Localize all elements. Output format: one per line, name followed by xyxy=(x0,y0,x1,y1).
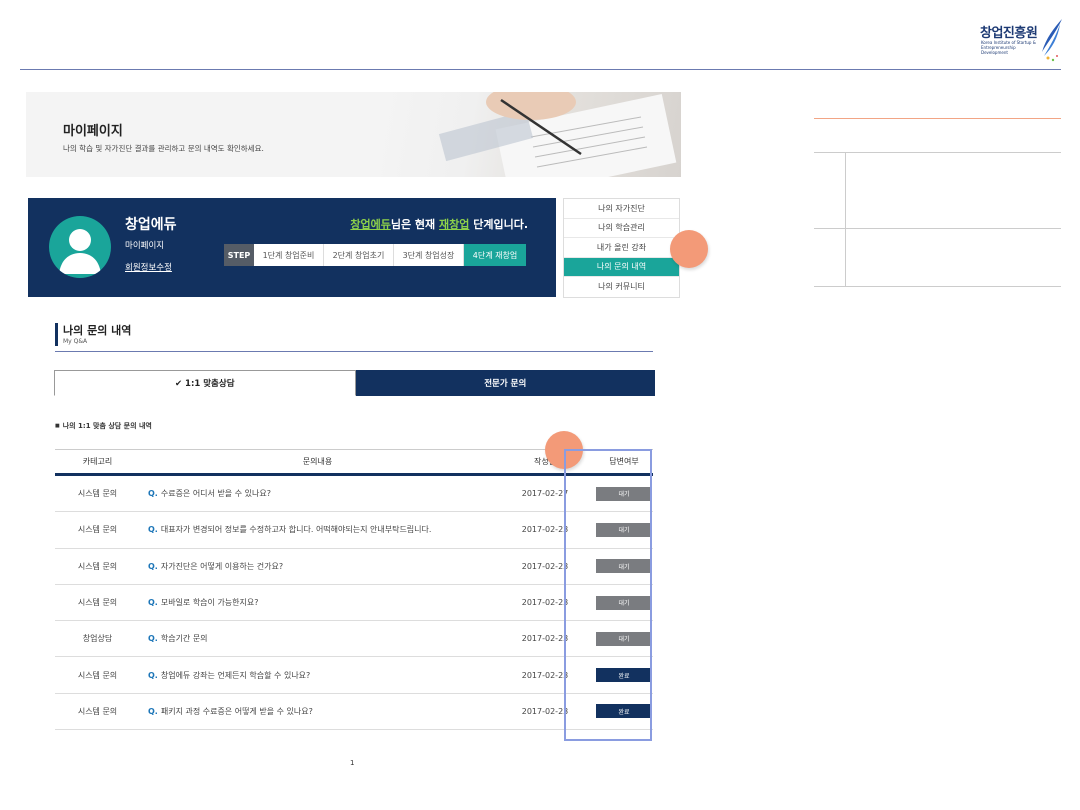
status-user: 창업에듀 xyxy=(350,218,391,231)
page-description: 나의 학습 및 자가진단 결과를 관리하고 문의 내역도 확인하세요. xyxy=(63,144,264,153)
row-question[interactable]: Q. 자가진단은 어떻게 이용하는 건가요? xyxy=(140,561,495,572)
status-suffix: 단계입니다. xyxy=(473,218,528,231)
right-panel-line xyxy=(814,152,1061,153)
section-subtitle: My Q&A xyxy=(63,338,88,345)
logo-title: 창업진흥원 xyxy=(980,26,1038,41)
question-mark: Q. xyxy=(148,670,158,680)
row-question[interactable]: Q. 학습기간 문의 xyxy=(140,633,495,644)
profile-name: 창업에듀 xyxy=(125,217,177,233)
profile-panel: 창업에듀 마이페이지 회원정보수정 창업에듀님은 현재 재창업 단계입니다. S… xyxy=(28,198,556,297)
stage-status: 창업에듀님은 현재 재창업 단계입니다. xyxy=(350,216,528,232)
question-text: 창업에듀 강좌는 언제든지 학습할 수 있나요? xyxy=(160,670,311,680)
row-category: 시스템 문의 xyxy=(77,706,118,716)
header-divider xyxy=(20,69,1061,70)
writing-hand-illustration xyxy=(438,92,677,177)
logo-subtitle: Korea Institute of Startup & Entrepreneu… xyxy=(981,40,1036,55)
question-mark: Q. xyxy=(148,561,158,571)
section-bar xyxy=(55,323,58,346)
logo-swoosh-icon xyxy=(1042,19,1062,62)
step-1: 1단계 창업준비 xyxy=(254,244,324,266)
edit-profile-link[interactable]: 회원정보수정 xyxy=(125,261,172,273)
question-text: 수료증은 어디서 받을 수 있나요? xyxy=(160,489,271,499)
status-stage: 재창업 xyxy=(439,218,470,231)
question-text: 모바일로 학습이 가능한지요? xyxy=(160,598,259,608)
row-question[interactable]: Q. 수료증은 어디서 받을 수 있나요? xyxy=(140,488,495,499)
header-content: 문의내용 xyxy=(302,457,333,466)
menu-my-inquiries[interactable]: 나의 문의 내역 xyxy=(564,257,679,277)
question-mark: Q. xyxy=(148,598,158,608)
right-panel-line xyxy=(814,286,1061,287)
menu-community[interactable]: 나의 커뮤니티 xyxy=(564,277,679,297)
page-title: 마이페이지 xyxy=(63,124,123,139)
right-panel-line xyxy=(814,228,1061,229)
row-category: 시스템 문의 xyxy=(77,598,118,608)
banner-photo xyxy=(381,92,681,177)
row-category: 시스템 문의 xyxy=(77,489,118,499)
question-mark: Q. xyxy=(148,706,158,716)
avatar xyxy=(49,216,111,278)
right-panel-divider xyxy=(845,152,846,286)
menu-self-diagnosis[interactable]: 나의 자가진단 xyxy=(564,199,679,219)
annotation-marker xyxy=(670,230,708,268)
list-caption: 나의 1:1 맞춤 상담 문의 내역 xyxy=(55,421,152,431)
mypage-side-menu: 나의 자가진단 나의 학습관리 내가 올린 강좌 나의 문의 내역 나의 커뮤니… xyxy=(563,198,680,298)
status-mid: 님은 현재 xyxy=(390,218,436,231)
step-4: 4단계 재창업 xyxy=(464,244,526,266)
page-banner: 마이페이지 나의 학습 및 자가진단 결과를 관리하고 문의 내역도 확인하세요… xyxy=(26,92,681,177)
row-category: 시스템 문의 xyxy=(77,525,118,535)
right-panel-top-line xyxy=(814,118,1061,119)
row-question[interactable]: Q. 창업에듀 강좌는 언제든지 학습할 수 있나요? xyxy=(140,670,495,681)
tab-expert[interactable]: 전문가 문의 xyxy=(355,370,655,396)
pagination-page[interactable]: 1 xyxy=(350,759,354,767)
menu-learning[interactable]: 나의 학습관리 xyxy=(564,219,679,238)
mypage-link[interactable]: 마이페이지 xyxy=(125,239,164,251)
step-progress: STEP 1단계 창업준비 2단계 창업초기 3단계 창업성장 4단계 재창업 xyxy=(224,244,526,266)
question-text: 패키지 과정 수료증은 어떻게 받을 수 있나요? xyxy=(160,706,313,716)
step-3: 3단계 창업성장 xyxy=(394,244,464,266)
menu-my-courses[interactable]: 내가 올린 강좌 xyxy=(564,238,679,258)
section-divider xyxy=(55,351,653,352)
row-category: 시스템 문의 xyxy=(77,561,118,571)
row-category: 시스템 문의 xyxy=(77,670,118,680)
question-mark: Q. xyxy=(148,489,158,499)
step-2: 2단계 창업초기 xyxy=(324,244,394,266)
question-text: 대표자가 변경되어 정보를 수정하고자 합니다. 어떡해야되는지 안내부탁드립니… xyxy=(160,525,432,535)
header-category: 카테고리 xyxy=(82,457,113,466)
question-text: 학습기간 문의 xyxy=(160,634,208,644)
row-question[interactable]: Q. 패키지 과정 수료증은 어떻게 받을 수 있나요? xyxy=(140,706,495,717)
question-text: 자가진단은 어떻게 이용하는 건가요? xyxy=(160,561,284,571)
question-mark: Q. xyxy=(148,634,158,644)
row-question[interactable]: Q. 대표자가 변경되어 정보를 수정하고자 합니다. 어떡해야되는지 안내부탁드… xyxy=(140,524,495,535)
row-question[interactable]: Q. 모바일로 학습이 가능한지요? xyxy=(140,597,495,608)
section-title: 나의 문의 내역 xyxy=(63,324,132,337)
answer-column-highlight xyxy=(564,449,652,741)
inquiry-tabs: ✔ 1:1 맞춤상담 전문가 문의 xyxy=(54,370,655,396)
tab-one-on-one[interactable]: ✔ 1:1 맞춤상담 xyxy=(54,370,356,396)
step-label: STEP xyxy=(224,244,254,266)
logo[interactable]: 창업진흥원 Korea Institute of Startup & Entre… xyxy=(980,18,1064,64)
row-category: 창업상담 xyxy=(82,634,113,644)
question-mark: Q. xyxy=(148,525,158,535)
user-icon xyxy=(59,229,101,274)
